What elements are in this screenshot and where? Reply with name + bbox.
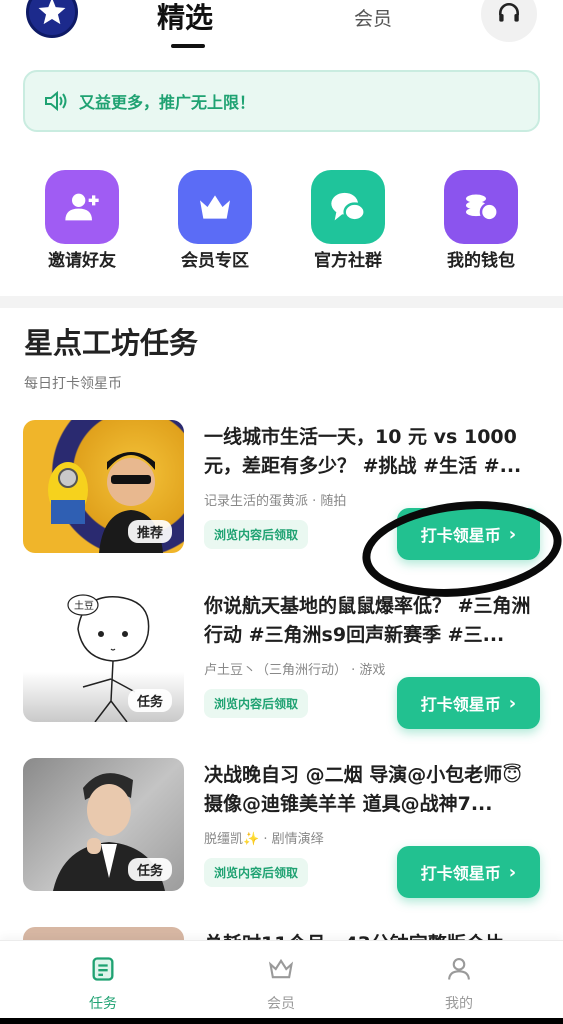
app-logo[interactable]	[26, 0, 78, 38]
tab-featured[interactable]: 精选	[157, 0, 213, 36]
nav-item-mine[interactable]: 我的	[414, 955, 504, 1013]
thumbnail-badge: 任务	[127, 689, 172, 712]
crown-outline-icon	[268, 958, 294, 979]
user-icon	[448, 958, 470, 980]
task-title[interactable]: 决战晚自习 @二烟 导演@小包老师😇 摄像@迪锥美羊羊 道具@战神7...	[204, 761, 539, 819]
task-tag: 浏览内容后领取	[204, 858, 309, 887]
promo-notice-banner[interactable]: 又益更多，推广无上限！	[23, 70, 540, 132]
add-user-icon	[45, 170, 119, 244]
video-thumbnail[interactable]: 土豆 任务	[23, 589, 184, 722]
task-card[interactable]: 推荐 一线城市生活一天，10 元 vs 1000 元，差距有多少？ #挑战 #生…	[0, 420, 563, 560]
system-home-bar	[0, 1018, 563, 1024]
task-meta: 脱缰凯✨ · 剧情演绎	[204, 832, 324, 847]
svg-text:土豆: 土豆	[74, 599, 94, 612]
my-wallet-button[interactable]: 我的钱包	[426, 170, 536, 271]
section-subtitle: 每日打卡领星币	[24, 376, 122, 392]
thumbnail-badge: 推荐	[127, 520, 172, 543]
section-title: 星点工坊任务	[24, 326, 199, 360]
check-in-button[interactable]: 打卡领星币 ›	[397, 508, 540, 560]
task-title[interactable]: 你说航天基地的鼠鼠爆率低？ #三角洲行动 #三角洲s9回声新赛季 #三...	[204, 592, 539, 650]
headset-icon	[499, 2, 519, 22]
chevron-right-icon: ›	[508, 692, 517, 714]
member-zone-button[interactable]: 会员专区	[160, 170, 270, 271]
tab-member[interactable]: 会员	[354, 4, 392, 31]
task-category: 随拍	[320, 494, 347, 509]
thumbnail-badge: 任务	[127, 858, 172, 881]
invite-friends-button[interactable]: 邀请好友	[27, 170, 137, 271]
task-meta: 记录生活的蛋黄派 · 随拍	[204, 494, 347, 509]
video-thumbnail[interactable]: 任务	[23, 758, 184, 891]
task-icon	[92, 957, 114, 981]
nav-item-member[interactable]: 会员	[236, 955, 326, 1013]
notice-text: 又益更多，推广无上限！	[79, 93, 256, 112]
task-author[interactable]: 卢土豆丶（三角洲行动）	[204, 663, 347, 678]
star-logo-icon	[38, 0, 66, 25]
bottom-navigation: 任务 会员 我的	[0, 940, 563, 1024]
task-category: 游戏	[359, 663, 386, 678]
section-divider	[0, 296, 563, 308]
official-community-button[interactable]: 官方社群	[293, 170, 403, 271]
task-card[interactable]: 任务 决战晚自习 @二烟 导演@小包老师😇 摄像@迪锥美羊羊 道具@战神7...…	[0, 758, 563, 898]
task-tag: 浏览内容后领取	[204, 689, 309, 718]
quick-actions: 邀请好友 会员专区 官方社群 我的钱包	[0, 170, 563, 271]
check-in-button[interactable]: 打卡领星币 ›	[397, 677, 540, 729]
task-title[interactable]: 一线城市生活一天，10 元 vs 1000 元，差距有多少？ #挑战 #生活 #…	[204, 423, 539, 481]
chat-bubbles-icon	[311, 170, 385, 244]
crown-icon	[178, 170, 252, 244]
top-header: 精选 会员	[0, 0, 563, 60]
active-tab-indicator	[171, 44, 205, 48]
task-meta: 卢土豆丶（三角洲行动） · 游戏	[204, 663, 386, 678]
speaker-icon	[45, 90, 67, 112]
task-category: 剧情演绎	[271, 832, 324, 847]
nav-item-tasks[interactable]: 任务	[58, 955, 148, 1013]
check-in-button[interactable]: 打卡领星币 ›	[397, 846, 540, 898]
chevron-right-icon: ›	[508, 861, 517, 883]
task-author[interactable]: 脱缰凯✨	[204, 832, 259, 847]
support-button[interactable]	[481, 0, 537, 42]
task-author[interactable]: 记录生活的蛋黄派	[204, 494, 308, 509]
chevron-right-icon: ›	[508, 523, 517, 545]
coins-icon	[444, 170, 518, 244]
video-thumbnail[interactable]: 推荐	[23, 420, 184, 553]
task-card[interactable]: 土豆 任务 你说航天基地的鼠鼠爆率低？ #三角洲行动 #三角洲s9回声新赛季 #…	[0, 589, 563, 729]
task-tag: 浏览内容后领取	[204, 520, 309, 549]
